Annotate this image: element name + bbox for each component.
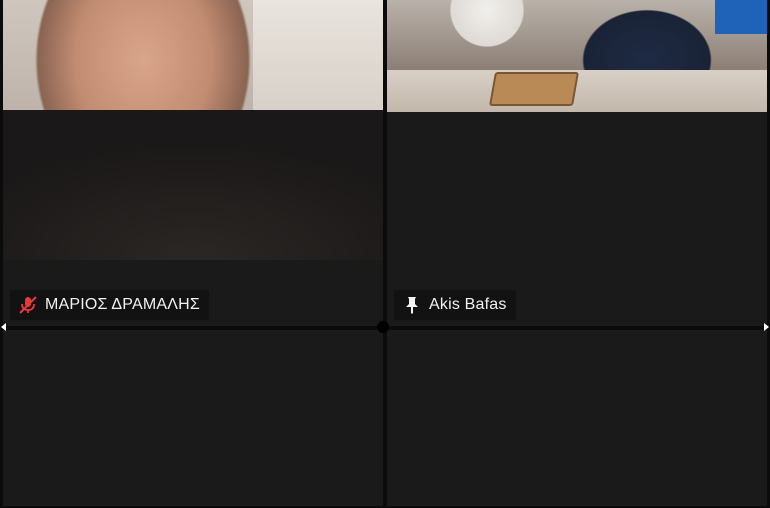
participant-tile-akis[interactable]: Akis Bafas: [387, 0, 767, 326]
resize-arrow-left-icon[interactable]: [0, 322, 10, 332]
video-object: [489, 72, 579, 106]
participant-video: [3, 0, 383, 260]
empty-tile: [3, 330, 383, 506]
video-grid: ΜΑΡΙΟΣ ΔΡΑΜΑΛΗΣ Akis Bafas: [0, 0, 770, 508]
empty-tile: [387, 330, 767, 506]
video-background: [715, 0, 767, 34]
resize-arrow-right-icon[interactable]: [760, 322, 770, 332]
participant-name: Akis Bafas: [429, 296, 507, 313]
pin-icon: [406, 297, 418, 314]
participant-name-tag: ΜΑΡΙΟΣ ΔΡΑΜΑΛΗΣ: [10, 290, 209, 320]
participant-name-tag: Akis Bafas: [394, 290, 516, 320]
video-subject: [3, 110, 383, 260]
participant-name: ΜΑΡΙΟΣ ΔΡΑΜΑΛΗΣ: [45, 296, 200, 313]
muted-mic-icon: [19, 296, 37, 314]
video-subject: [427, 0, 547, 70]
participant-video: [387, 0, 767, 112]
grid-resize-handle[interactable]: [377, 321, 389, 333]
participant-tile-marios[interactable]: ΜΑΡΙΟΣ ΔΡΑΜΑΛΗΣ: [3, 0, 383, 326]
